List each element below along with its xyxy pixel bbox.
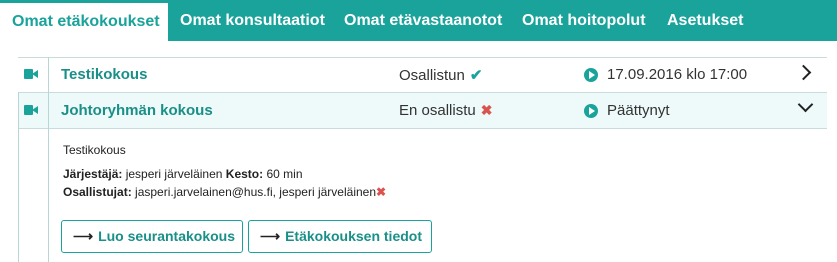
tab-asetukset[interactable]: Asetukset [667, 0, 743, 41]
x-icon: ✖ [480, 102, 493, 118]
meeting-row[interactable]: Johtoryhmän kokous En osallistu ✖ Päättyn… [18, 93, 827, 128]
meeting-description: Testikokous [63, 143, 126, 157]
participation-status-text: En osallistu [399, 102, 476, 119]
create-followup-meeting-label: Luo seurantakokous [98, 228, 235, 244]
check-icon: ✔ [469, 67, 483, 84]
participants-label: Osallistujat: [63, 185, 132, 199]
organizer-label: Järjestäjä: [63, 167, 123, 181]
video-camera-icon [24, 69, 38, 79]
tab-omat-etavastaanotot[interactable]: Omat etävastaanotot [344, 0, 502, 41]
meeting-row[interactable]: Testikokous Osallistun ✔ 17.09.2016 klo 1… [18, 57, 827, 93]
meeting-time: Päättynyt [607, 102, 670, 119]
video-camera-icon [24, 105, 38, 115]
organizer-name: jesperi järveläinen [125, 167, 223, 181]
participants-line: Osallistujat: jasperi.jarvelainen@hus.fi… [63, 185, 386, 199]
play-icon [584, 68, 598, 82]
duration-value: 60 min [266, 167, 303, 181]
meeting-info-button[interactable]: ⟶ Etäkokouksen tiedot [248, 220, 432, 253]
arrow-right-icon: ⟶ [260, 228, 281, 244]
meeting-title[interactable]: Testikokous [61, 66, 147, 83]
remove-participant-icon[interactable]: ✖ [376, 185, 386, 199]
play-icon [584, 104, 598, 118]
arrow-right-icon: ⟶ [73, 228, 94, 244]
meeting-info-label: Etäkokouksen tiedot [285, 228, 422, 244]
tab-omat-konsultaatiot[interactable]: Omat konsultaatiot [180, 0, 325, 41]
create-followup-meeting-button[interactable]: ⟶ Luo seurantakokous [61, 220, 243, 253]
participants-list: jasperi.jarvelainen@hus.fi, jesperi järv… [135, 185, 377, 199]
participation-status: Osallistun ✔ [399, 66, 482, 84]
chevron-right-icon[interactable] [795, 64, 812, 81]
meeting-title[interactable]: Johtoryhmän kokous [61, 102, 213, 119]
organizer-line: Järjestäjä: jesperi järveläinen Kesto: 6… [63, 167, 303, 181]
left-border [18, 92, 19, 262]
tab-omat-etakokoukset[interactable]: Omat etäkokoukset [0, 0, 168, 41]
duration-label: Kesto: [225, 167, 264, 181]
tab-omat-hoitopolut[interactable]: Omat hoitopolut [522, 0, 646, 41]
row-divider [18, 128, 827, 129]
tab-bar: Omat etäkokoukset Omat konsultaatiot Oma… [0, 0, 837, 41]
meeting-time: 17.09.2016 klo 17:00 [607, 66, 748, 83]
column-divider [48, 57, 49, 262]
participation-status: En osallistu ✖ [399, 102, 492, 119]
chevron-down-icon[interactable] [797, 96, 814, 113]
participation-status-text: Osallistun [399, 67, 465, 84]
